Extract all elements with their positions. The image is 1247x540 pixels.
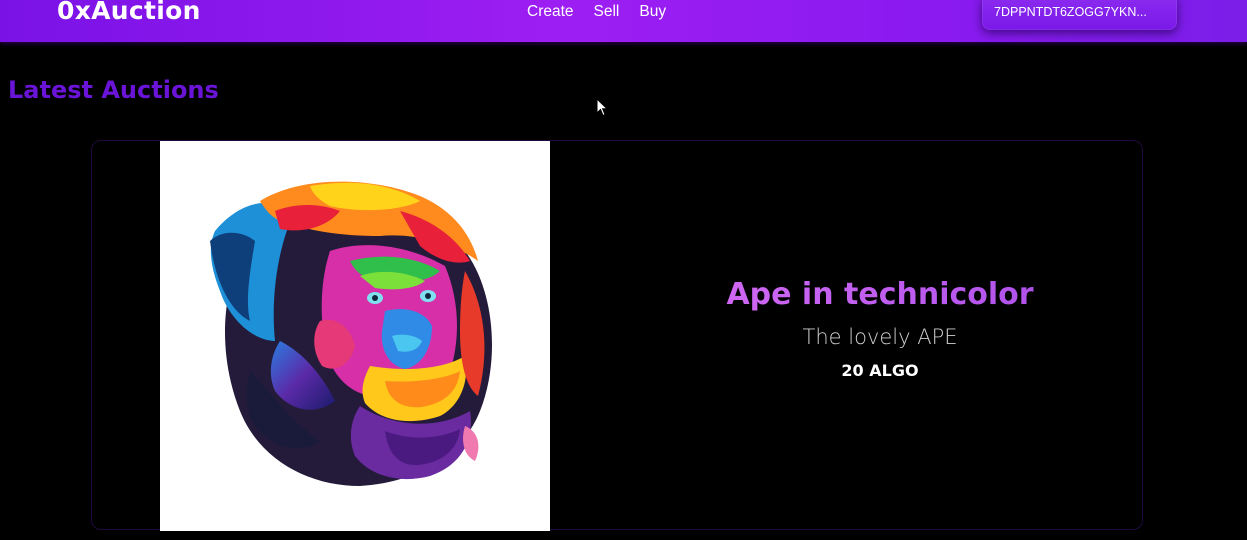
nav-link-sell[interactable]: Sell [594,3,620,21]
nft-description: The lovely APE [802,325,958,349]
mouse-pointer-icon [596,98,608,117]
nft-image[interactable] [160,141,550,531]
nav-links: Create Sell Buy [527,3,686,21]
top-navbar: 0xAuction Create Sell Buy 7DPPNTDT6ZOGG7… [0,0,1247,42]
brand-logo[interactable]: 0xAuction [57,0,201,25]
section-title: Latest Auctions [8,76,219,104]
nft-price: 20 ALGO [841,361,919,380]
nav-link-create[interactable]: Create [527,3,574,21]
auction-info: Ape in technicolor The lovely APE 20 ALG… [640,270,1120,380]
wallet-address-button[interactable]: 7DPPNTDT6ZOGG7YKN... [982,0,1177,30]
ape-artwork [210,181,492,486]
nav-link-buy[interactable]: Buy [639,3,666,21]
nft-title: Ape in technicolor [640,270,1120,320]
